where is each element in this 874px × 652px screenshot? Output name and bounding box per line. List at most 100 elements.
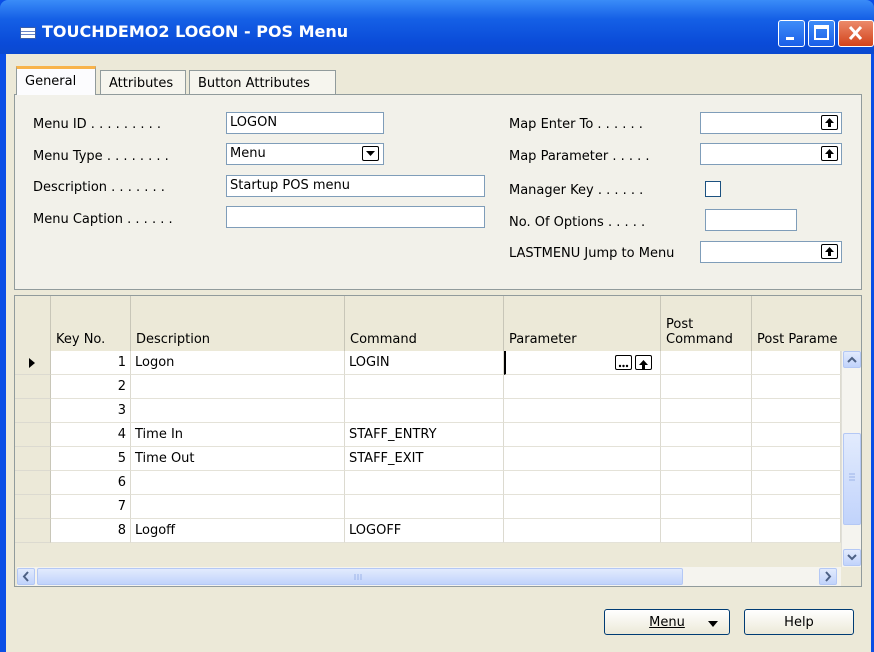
cell-command[interactable]: LOGIN <box>345 351 504 375</box>
cell-post-command[interactable] <box>661 471 752 495</box>
table-row[interactable]: 8 Logoff LOGOFF <box>15 519 841 543</box>
map-parameter-field[interactable] <box>700 143 842 165</box>
cell-key-no[interactable]: 1 <box>51 351 131 375</box>
vertical-scrollbar[interactable] <box>841 351 861 567</box>
cell-command[interactable] <box>345 375 504 399</box>
cell-description[interactable]: Logoff <box>131 519 345 543</box>
cell-parameter[interactable] <box>504 471 661 495</box>
tab-button-attributes[interactable]: Button Attributes <box>189 70 336 94</box>
cell-post-command[interactable] <box>661 495 752 519</box>
cell-key-no[interactable]: 6 <box>51 471 131 495</box>
scroll-down-button[interactable] <box>843 549 861 566</box>
lookup-button[interactable] <box>635 355 652 370</box>
cell-parameter[interactable] <box>504 423 661 447</box>
row-selector[interactable] <box>15 351 51 375</box>
minimize-button[interactable] <box>778 20 805 47</box>
scroll-thumb[interactable] <box>37 568 683 585</box>
cell-key-no[interactable]: 2 <box>51 375 131 399</box>
cell-post-parameter[interactable] <box>752 519 841 543</box>
horizontal-scrollbar[interactable] <box>17 567 841 586</box>
cell-description[interactable] <box>131 495 345 519</box>
cell-key-no[interactable]: 4 <box>51 423 131 447</box>
row-selector[interactable] <box>15 471 51 495</box>
cell-key-no[interactable]: 7 <box>51 495 131 519</box>
cell-command[interactable] <box>345 399 504 423</box>
cell-key-no[interactable]: 3 <box>51 399 131 423</box>
tab-attributes[interactable]: Attributes <box>100 70 186 94</box>
manager-key-checkbox[interactable] <box>705 181 721 197</box>
menu-type-select[interactable]: Menu <box>226 143 384 165</box>
cell-post-command[interactable] <box>661 399 752 423</box>
cell-description[interactable]: Logon <box>131 351 345 375</box>
description-field[interactable]: Startup POS menu <box>226 175 485 197</box>
menu-button[interactable]: Menu <box>604 609 730 635</box>
menu-id-field[interactable]: LOGON <box>226 112 384 134</box>
close-button[interactable] <box>838 20 874 47</box>
lookup-button[interactable] <box>821 146 838 161</box>
dropdown-button[interactable] <box>362 146 379 161</box>
scroll-up-button[interactable] <box>843 351 861 368</box>
cell-description[interactable] <box>131 471 345 495</box>
column-header-post-parameter[interactable]: Post Parame <box>752 296 841 351</box>
cell-parameter[interactable] <box>504 495 661 519</box>
cell-post-parameter[interactable] <box>752 495 841 519</box>
row-selector[interactable] <box>15 399 51 423</box>
cell-post-parameter[interactable] <box>752 375 841 399</box>
cell-parameter[interactable] <box>504 519 661 543</box>
cell-key-no[interactable]: 8 <box>51 519 131 543</box>
cell-post-command[interactable] <box>661 423 752 447</box>
cell-post-parameter[interactable] <box>752 399 841 423</box>
help-button[interactable]: Help <box>744 609 854 635</box>
table-row[interactable]: 7 <box>15 495 841 519</box>
tab-general[interactable]: General <box>16 66 96 95</box>
assist-edit-button[interactable] <box>615 355 632 370</box>
map-enter-to-field[interactable] <box>700 112 842 134</box>
column-header-post-command[interactable]: Post Command <box>661 296 752 351</box>
column-header-description[interactable]: Description <box>131 296 345 351</box>
row-selector[interactable] <box>15 423 51 447</box>
table-row[interactable]: 1 Logon LOGIN <box>15 351 841 375</box>
table-row[interactable]: 5 Time Out STAFF_EXIT <box>15 447 841 471</box>
cell-post-command[interactable] <box>661 351 752 375</box>
cell-post-parameter[interactable] <box>752 351 841 375</box>
cell-post-command[interactable] <box>661 519 752 543</box>
row-selector[interactable] <box>15 375 51 399</box>
cell-command[interactable]: STAFF_ENTRY <box>345 423 504 447</box>
table-row[interactable]: 4 Time In STAFF_ENTRY <box>15 423 841 447</box>
title-bar[interactable]: TOUCHDEMO2 LOGON - POS Menu <box>0 0 874 54</box>
scroll-thumb[interactable] <box>843 433 861 525</box>
cell-command[interactable] <box>345 471 504 495</box>
cell-command[interactable] <box>345 495 504 519</box>
cell-description[interactable] <box>131 399 345 423</box>
row-selector[interactable] <box>15 519 51 543</box>
table-row[interactable]: 2 <box>15 375 841 399</box>
column-header-parameter[interactable]: Parameter <box>504 296 661 351</box>
cell-post-parameter[interactable] <box>752 471 841 495</box>
cell-command[interactable]: STAFF_EXIT <box>345 447 504 471</box>
scroll-right-button[interactable] <box>819 568 837 585</box>
cell-post-command[interactable] <box>661 375 752 399</box>
lastmenu-jump-field[interactable] <box>700 241 842 263</box>
no-of-options-field[interactable] <box>705 209 797 231</box>
menu-caption-field[interactable] <box>226 206 485 228</box>
cell-parameter[interactable] <box>504 399 661 423</box>
row-selector[interactable] <box>15 447 51 471</box>
cell-post-parameter[interactable] <box>752 423 841 447</box>
row-selector[interactable] <box>15 495 51 519</box>
cell-description[interactable]: Time Out <box>131 447 345 471</box>
cell-post-parameter[interactable] <box>752 447 841 471</box>
lookup-button[interactable] <box>821 244 838 259</box>
scroll-left-button[interactable] <box>17 568 35 585</box>
column-header-command[interactable]: Command <box>345 296 504 351</box>
cell-parameter[interactable] <box>504 375 661 399</box>
table-row[interactable]: 3 <box>15 399 841 423</box>
lookup-button[interactable] <box>821 115 838 130</box>
cell-description[interactable]: Time In <box>131 423 345 447</box>
cell-parameter[interactable] <box>504 447 661 471</box>
maximize-button[interactable] <box>808 20 835 47</box>
cell-description[interactable] <box>131 375 345 399</box>
column-header-key-no[interactable]: Key No. <box>51 296 131 351</box>
cell-command[interactable]: LOGOFF <box>345 519 504 543</box>
cell-post-command[interactable] <box>661 447 752 471</box>
table-row[interactable]: 6 <box>15 471 841 495</box>
